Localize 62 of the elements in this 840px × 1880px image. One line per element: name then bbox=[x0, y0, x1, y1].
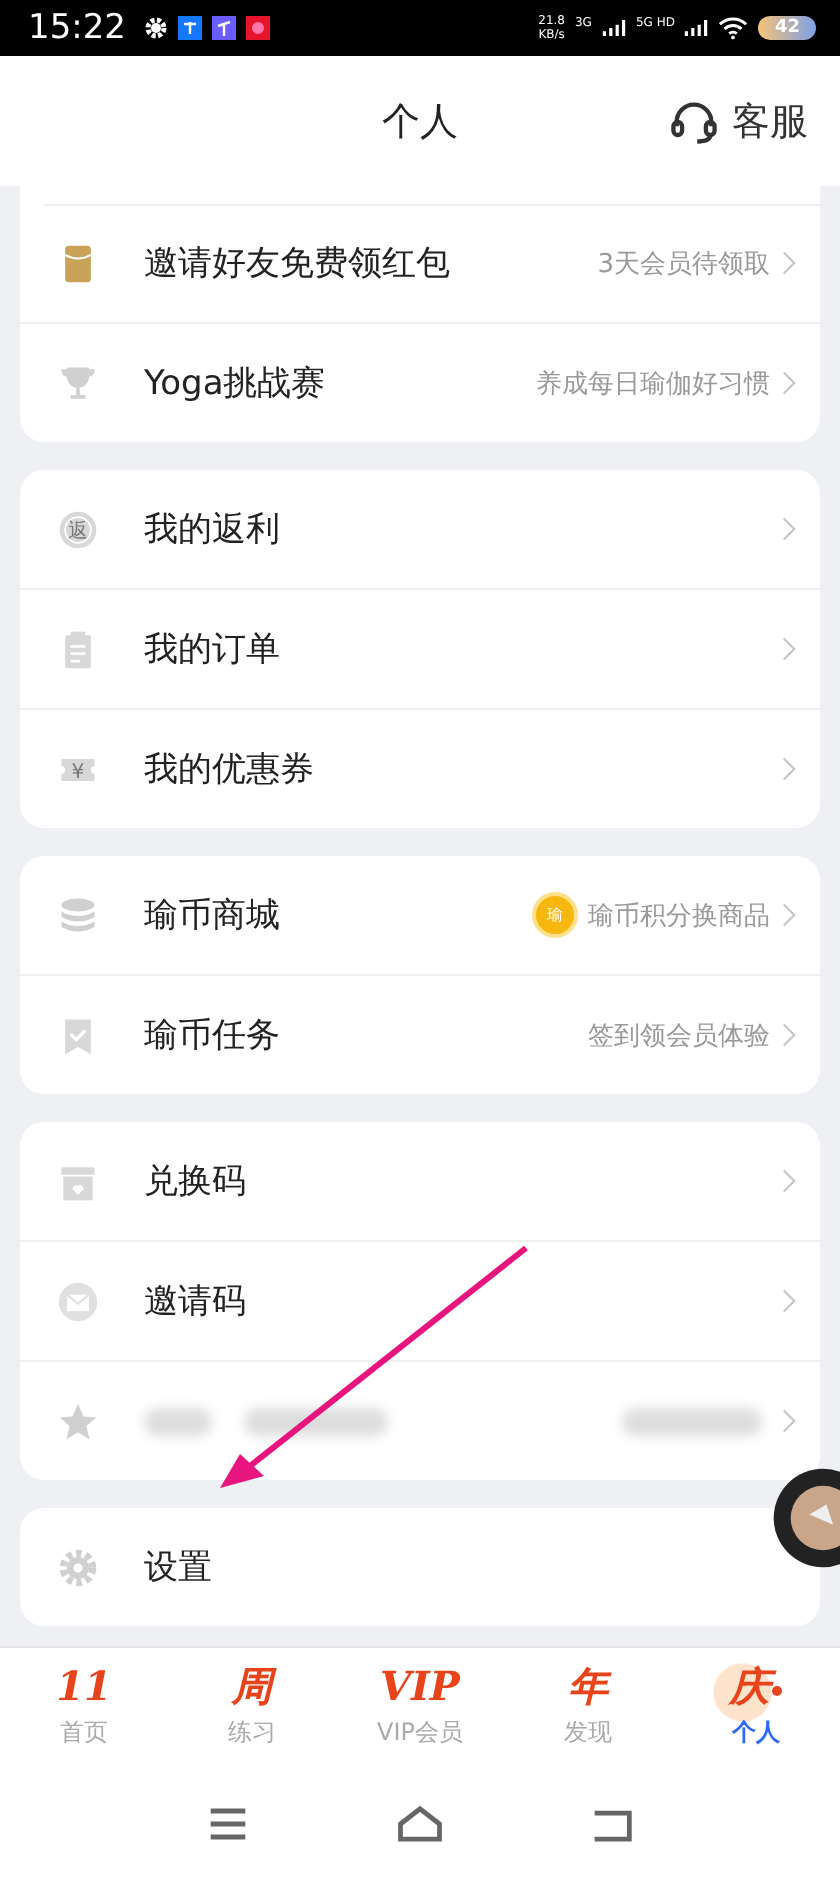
menu-label: 我的优惠券 bbox=[144, 748, 314, 793]
signal-icon bbox=[684, 19, 709, 36]
chevron-right-icon bbox=[782, 636, 796, 663]
menu-label: 邀请好友免费领红包 bbox=[144, 242, 450, 287]
chevron-right-icon bbox=[782, 1288, 796, 1315]
menu-label: 邀请码 bbox=[144, 1280, 246, 1325]
menu-label: 设置 bbox=[144, 1546, 212, 1591]
chevron-right-icon bbox=[782, 1408, 796, 1435]
tab-logo-icon: 周 bbox=[232, 1660, 272, 1713]
menu-item[interactable]: 设置 bbox=[20, 1508, 772, 1627]
menu-item[interactable]: 邀请码 bbox=[20, 1242, 820, 1363]
menu-item[interactable]: Yoga挑战赛 养成每日瑜伽好习惯 bbox=[20, 324, 820, 443]
menu-label: 我的返利 bbox=[144, 508, 280, 553]
chevron-right-icon bbox=[782, 250, 796, 277]
chevron-right-icon bbox=[782, 1022, 796, 1049]
blurred-text bbox=[244, 1407, 388, 1436]
chevron-right-icon bbox=[782, 756, 796, 783]
tab-logo-icon: VIP bbox=[380, 1660, 460, 1713]
page-title: 个人 bbox=[382, 97, 458, 148]
tab-item[interactable]: 周 练习 bbox=[168, 1660, 336, 1769]
coin-badge: 瑜 bbox=[532, 892, 578, 939]
menu-item[interactable]: 瑜币任务 签到领会员体验 bbox=[20, 976, 820, 1095]
chevron-right-icon bbox=[782, 516, 796, 543]
battery-indicator: 42 bbox=[758, 15, 816, 40]
blurred-text bbox=[622, 1407, 762, 1436]
menu-label: 兑换码 bbox=[144, 1160, 246, 1205]
signal-icon bbox=[601, 19, 626, 36]
envelope-icon bbox=[56, 1279, 100, 1324]
menu-label: 瑜币任务 bbox=[144, 1014, 280, 1059]
tab-logo-icon: 年 bbox=[568, 1660, 608, 1713]
menu-item[interactable]: 瑜币商城 瑜 瑜币积分换商品 bbox=[20, 856, 820, 977]
gear-icon bbox=[144, 15, 168, 40]
chevron-right-icon bbox=[782, 902, 796, 929]
tab-item[interactable]: 年 发现 bbox=[504, 1660, 672, 1769]
app-icon bbox=[246, 15, 270, 40]
app-icon bbox=[212, 15, 236, 40]
customer-service-button[interactable]: 客服 bbox=[668, 95, 808, 148]
coin-icon: 返 bbox=[56, 507, 100, 552]
app-icon bbox=[178, 15, 202, 40]
wifi-icon bbox=[718, 15, 749, 40]
chevron-right-icon bbox=[782, 1168, 796, 1195]
menu-item[interactable]: 返 我的返利 bbox=[20, 470, 820, 591]
menu-label: 我的订单 bbox=[144, 628, 280, 673]
tab-logo-icon: 11 bbox=[56, 1660, 112, 1713]
menu-label: 瑜币商城 bbox=[144, 894, 280, 939]
settings-icon bbox=[56, 1545, 100, 1590]
menu-hint: 瑜币积分换商品 bbox=[588, 899, 770, 934]
blurred-text bbox=[144, 1407, 212, 1436]
menu-item[interactable]: ¥ 我的优惠券 bbox=[20, 710, 820, 829]
menu-hint: 3天会员待领取 bbox=[597, 247, 770, 282]
menu-item[interactable]: 我的订单 bbox=[20, 590, 820, 711]
status-time: 15:22 bbox=[28, 7, 126, 48]
menu-item[interactable]: 邀请好友免费领红包 3天会员待领取 bbox=[20, 204, 820, 325]
coin-stack-icon bbox=[56, 893, 100, 938]
menu-item[interactable]: 兑换码 bbox=[20, 1122, 820, 1243]
menu-hint: 签到领会员体验 bbox=[588, 1019, 770, 1054]
chevron-right-icon bbox=[782, 370, 796, 397]
menu-label: Yoga挑战赛 bbox=[144, 362, 326, 407]
menu-hint: 养成每日瑜伽好习惯 bbox=[536, 367, 770, 402]
tab-item[interactable]: VIP VIP会员 bbox=[336, 1660, 504, 1769]
tab-item[interactable]: 11 首页 bbox=[0, 1660, 168, 1769]
star-icon bbox=[56, 1399, 100, 1444]
